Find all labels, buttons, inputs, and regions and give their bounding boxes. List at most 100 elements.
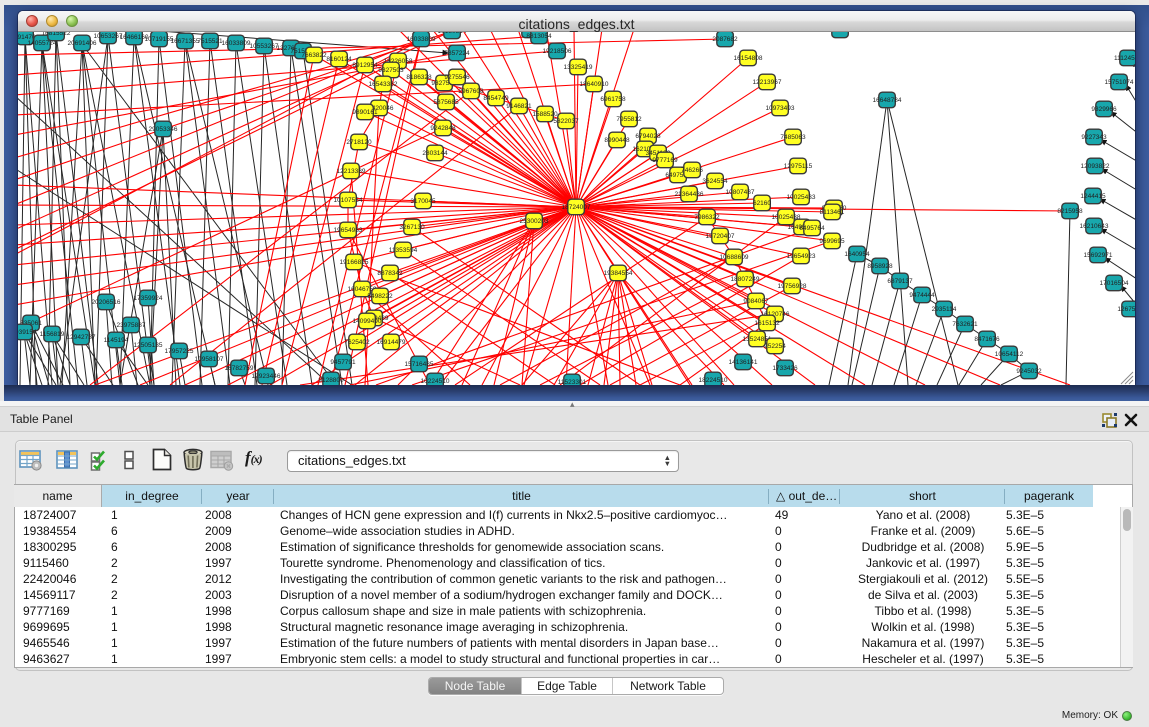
- svg-text:1588520: 1588520: [532, 111, 558, 118]
- svg-text:2935114: 2935114: [932, 306, 957, 313]
- svg-text:9329966: 9329966: [1091, 106, 1117, 113]
- svg-text:10025433: 10025433: [787, 194, 816, 201]
- svg-text:6961758: 6961758: [600, 96, 626, 103]
- svg-text:18807249: 18807249: [731, 276, 760, 283]
- svg-text:8471676: 8471676: [974, 336, 1000, 343]
- svg-text:1267531: 1267531: [1117, 306, 1135, 313]
- svg-text:12505135: 12505135: [134, 342, 163, 349]
- svg-text:16210643: 16210643: [1080, 223, 1109, 230]
- svg-text:9275546: 9275546: [444, 74, 470, 81]
- svg-text:10653267: 10653267: [94, 33, 123, 40]
- svg-text:10688609: 10688609: [720, 254, 749, 261]
- svg-text:8813054: 8813054: [827, 32, 853, 34]
- svg-text:20691406: 20691406: [68, 40, 97, 47]
- svg-text:1244415: 1244415: [1080, 193, 1106, 200]
- svg-text:16033809: 16033809: [222, 40, 251, 47]
- svg-text:16671355: 16671355: [171, 38, 200, 45]
- svg-text:17016504: 17016504: [1100, 280, 1129, 287]
- svg-text:14099490: 14099490: [353, 318, 382, 325]
- svg-text:10107554: 10107554: [334, 197, 363, 204]
- svg-text:16914479: 16914479: [377, 339, 406, 346]
- svg-text:19218506: 19218506: [543, 48, 572, 55]
- svg-text:20206516: 20206516: [92, 299, 121, 306]
- svg-text:9457791: 9457791: [330, 359, 356, 366]
- svg-text:9242848: 9242848: [430, 125, 456, 132]
- svg-text:17359924: 17359924: [134, 295, 163, 302]
- svg-text:10719155: 10719155: [145, 36, 174, 43]
- svg-text:9474444: 9474444: [909, 292, 935, 299]
- svg-text:3170045: 3170045: [410, 198, 436, 205]
- svg-text:15716485: 15716485: [405, 361, 434, 368]
- svg-text:12213389: 12213389: [337, 168, 366, 175]
- svg-text:1640954: 1640954: [844, 251, 870, 258]
- svg-text:5322037: 5322037: [553, 118, 579, 125]
- svg-text:18224510: 18224510: [699, 377, 728, 384]
- svg-text:8186328: 8186328: [406, 74, 432, 81]
- svg-text:19756928: 19756928: [778, 283, 807, 290]
- svg-text:6879137: 6879137: [887, 278, 913, 285]
- svg-text:6495764: 6495764: [799, 225, 825, 232]
- svg-text:19654923: 19654923: [787, 253, 816, 260]
- svg-text:7986322: 7986322: [694, 214, 720, 221]
- svg-text:7632621: 7632621: [952, 321, 978, 328]
- svg-text:1145194: 1145194: [104, 337, 129, 344]
- svg-text:19166825: 19166825: [340, 259, 369, 266]
- svg-text:12213967: 12213967: [753, 79, 782, 86]
- svg-text:11124510: 11124510: [1114, 55, 1135, 62]
- svg-text:746266: 746266: [681, 167, 703, 174]
- svg-text:9327503: 9327503: [378, 67, 404, 74]
- svg-text:8160124: 8160124: [326, 56, 352, 63]
- svg-text:10958107: 10958107: [195, 356, 224, 363]
- svg-text:2967608: 2967608: [458, 88, 484, 95]
- svg-text:25300203: 25300203: [520, 218, 549, 225]
- svg-text:10553267: 10553267: [250, 43, 279, 50]
- svg-text:11353594: 11353594: [389, 247, 418, 254]
- svg-text:7857224: 7857224: [444, 50, 470, 57]
- svg-text:7515521: 7515521: [197, 38, 223, 45]
- svg-text:16154808: 16154808: [734, 55, 763, 62]
- svg-text:5875685: 5875685: [433, 99, 459, 106]
- svg-text:8878342: 8878342: [377, 270, 403, 277]
- svg-text:6794028: 6794028: [635, 133, 661, 140]
- svg-text:12923446: 12923446: [252, 373, 281, 380]
- svg-text:3267130: 3267130: [399, 224, 425, 231]
- svg-text:15751074: 15751074: [1105, 79, 1134, 86]
- svg-text:10973493: 10973493: [766, 105, 795, 112]
- svg-text:9084067: 9084067: [743, 298, 769, 305]
- svg-text:8990448: 8990448: [604, 137, 630, 144]
- svg-text:12093822: 12093822: [1081, 163, 1110, 170]
- svg-text:14136141: 14136141: [729, 359, 758, 366]
- svg-text:10807487: 10807487: [726, 189, 755, 196]
- svg-text:10654112: 10654112: [995, 351, 1024, 358]
- svg-text:8958928: 8958928: [867, 263, 893, 270]
- svg-text:62160: 62160: [753, 200, 771, 207]
- svg-text:16543382: 16543382: [369, 81, 398, 88]
- svg-text:29053346: 29053346: [149, 126, 178, 133]
- svg-text:8813054: 8813054: [526, 33, 552, 40]
- svg-text:8113461: 8113461: [820, 209, 845, 216]
- svg-text:9890161: 9890161: [352, 109, 378, 116]
- svg-text:9128800: 9128800: [318, 377, 344, 384]
- svg-text:8454749: 8454749: [483, 95, 509, 102]
- svg-text:23975887: 23975887: [117, 322, 146, 329]
- svg-text:18640910: 18640910: [580, 81, 609, 88]
- svg-text:9245032: 9245032: [1016, 368, 1042, 375]
- svg-text:9227343: 9227343: [1081, 134, 1107, 141]
- svg-text:1615132: 1615132: [754, 320, 780, 327]
- svg-text:7663822: 7663822: [301, 52, 327, 59]
- svg-text:3624554: 3624554: [702, 178, 728, 185]
- svg-text:13325419: 13325419: [564, 64, 593, 71]
- svg-text:7955812: 7955812: [616, 116, 642, 123]
- svg-text:1939154: 1939154: [18, 329, 37, 336]
- svg-text:2803144: 2803144: [422, 150, 448, 157]
- svg-text:16648784: 16648784: [873, 97, 902, 104]
- svg-text:2087682: 2087682: [712, 36, 738, 43]
- svg-text:252254: 252254: [764, 343, 786, 350]
- svg-text:18130514: 18130514: [438, 32, 467, 35]
- svg-text:12942737: 12942737: [67, 334, 96, 341]
- svg-text:12975115: 12975115: [784, 163, 813, 170]
- svg-text:18724007: 18724007: [562, 204, 591, 211]
- svg-text:19384554: 19384554: [604, 270, 633, 277]
- svg-text:15720407: 15720407: [706, 233, 735, 240]
- svg-text:7625402: 7625402: [344, 339, 370, 346]
